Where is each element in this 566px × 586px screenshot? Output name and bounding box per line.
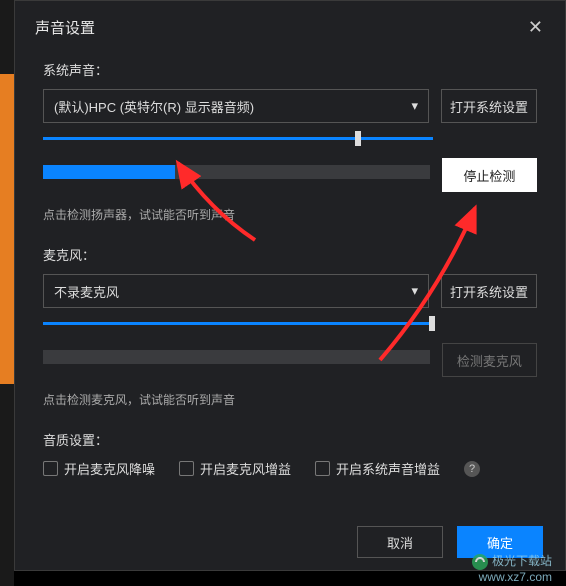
system-sound-select[interactable]: (默认)HPC (英特尔(R) 显示器音频) ▾ xyxy=(43,89,429,123)
system-gain-label: 开启系统声音增益 xyxy=(336,459,440,478)
open-system-settings-mic-button[interactable]: 打开系统设置 xyxy=(441,274,537,308)
watermark-url: www.xz7.com xyxy=(479,570,552,584)
watermark-name: 极光下载站 xyxy=(492,554,552,568)
stop-test-button[interactable]: 停止检测 xyxy=(442,158,537,192)
sound-settings-dialog: 声音设置 ✕ 系统声音： (默认)HPC (英特尔(R) 显示器音频) ▾ 打开… xyxy=(14,0,566,571)
open-system-settings-button[interactable]: 打开系统设置 xyxy=(441,89,537,123)
microphone-label: 麦克风： xyxy=(43,245,537,264)
system-sound-selected: (默认)HPC (英特尔(R) 显示器音频) xyxy=(54,97,254,116)
system-gain-checkbox[interactable] xyxy=(315,461,330,476)
mic-gain-label: 开启麦克风增益 xyxy=(200,459,291,478)
close-button[interactable]: ✕ xyxy=(522,15,549,40)
speaker-test-hint: 点击检测扬声器，试试能否听到声音 xyxy=(43,206,537,223)
speaker-test-progress xyxy=(43,165,430,179)
chevron-down-icon: ▾ xyxy=(411,283,418,299)
mic-test-hint: 点击检测麦克风，试试能否听到声音 xyxy=(43,391,537,408)
chevron-down-icon: ▾ xyxy=(411,98,418,114)
noise-reduction-label: 开启麦克风降噪 xyxy=(64,459,155,478)
quality-label: 音质设置： xyxy=(43,430,537,449)
test-mic-button[interactable]: 检测麦克风 xyxy=(442,343,537,377)
dialog-title: 声音设置 xyxy=(35,17,95,38)
watermark: 极光下载站 www.xz7.com xyxy=(471,553,552,584)
mic-gain-checkbox[interactable] xyxy=(179,461,194,476)
mic-test-progress xyxy=(43,350,430,364)
microphone-select[interactable]: 不录麦克风 ▾ xyxy=(43,274,429,308)
noise-reduction-checkbox[interactable] xyxy=(43,461,58,476)
system-volume-slider[interactable] xyxy=(43,137,433,140)
system-sound-label: 系统声音： xyxy=(43,60,537,79)
help-icon[interactable]: ? xyxy=(464,461,480,477)
microphone-volume-slider[interactable] xyxy=(43,322,433,325)
cancel-button[interactable]: 取消 xyxy=(357,526,443,558)
titlebar: 声音设置 ✕ xyxy=(15,1,565,50)
microphone-selected: 不录麦克风 xyxy=(54,282,119,301)
